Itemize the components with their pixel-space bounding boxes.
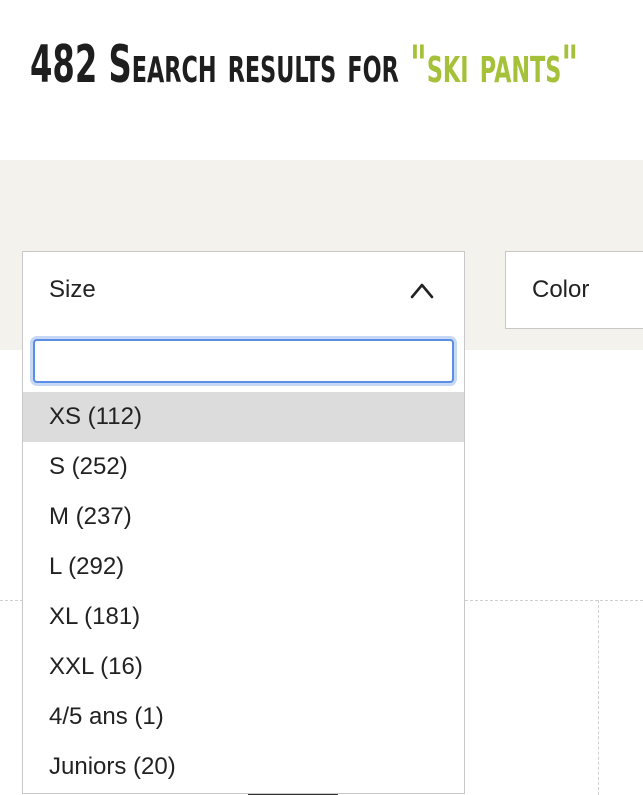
search-results-page: 482 Search results for "ski pants" Size … bbox=[0, 0, 643, 795]
size-filter-label: Size bbox=[49, 276, 96, 303]
size-option[interactable]: S (252) bbox=[23, 442, 464, 492]
product-grid-column-divider bbox=[598, 600, 599, 795]
size-options-list: XS (112) S (252) M (237) L (292) XL (181) XXL… bbox=[23, 392, 464, 792]
size-search-input[interactable] bbox=[33, 339, 454, 383]
size-option[interactable]: XL (181) bbox=[23, 592, 464, 642]
size-option[interactable]: M (237) bbox=[23, 492, 464, 542]
size-option[interactable]: 4/5 ans (1) bbox=[23, 692, 464, 742]
chevron-up-icon[interactable] bbox=[410, 279, 434, 303]
size-dropdown-panel: XS (112) S (252) M (237) L (292) XL (181) XXL… bbox=[22, 328, 465, 794]
size-option[interactable]: XS (112) bbox=[23, 392, 464, 442]
page-title: 482 Search results for "ski pants" bbox=[30, 30, 578, 100]
search-query-text: "ski pants" bbox=[410, 35, 579, 95]
color-filter-label: Color bbox=[532, 276, 590, 303]
color-filter-select[interactable]: Color bbox=[505, 251, 643, 329]
size-option[interactable]: XXL (16) bbox=[23, 642, 464, 692]
size-option[interactable]: L (292) bbox=[23, 542, 464, 592]
size-option[interactable]: Juniors (20) bbox=[23, 742, 464, 792]
size-filter-select[interactable]: Size bbox=[22, 251, 465, 329]
result-count-text: 482 Search results for bbox=[30, 35, 411, 95]
